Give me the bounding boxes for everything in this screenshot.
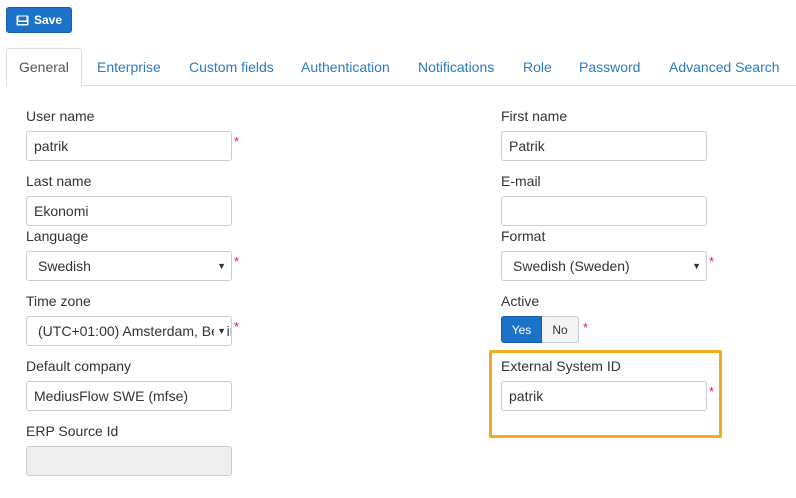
tab-authentication[interactable]: Authentication <box>301 48 390 86</box>
format-label: Format <box>501 228 546 244</box>
tab-advanced-search[interactable]: Advanced Search <box>669 48 780 86</box>
time-zone-select-value: (UTC+01:00) Amsterdam, Berlin, Bern, Rom… <box>38 323 231 339</box>
active-toggle: Yes No <box>501 316 579 343</box>
tab-notifications[interactable]: Notifications <box>418 48 494 86</box>
time-zone-label: Time zone <box>26 293 91 309</box>
caret-down-icon: ▼ <box>692 261 701 271</box>
external-system-id-required-marker: * <box>709 384 715 399</box>
language-label: Language <box>26 228 89 244</box>
time-zone-required-marker: * <box>234 319 240 334</box>
last-name-label: Last name <box>26 173 92 189</box>
tab-password[interactable]: Password <box>579 48 640 86</box>
active-label: Active <box>501 293 540 309</box>
save-button-label: Save <box>33 13 63 27</box>
format-required-marker: * <box>709 254 715 269</box>
active-required-marker: * <box>583 320 589 335</box>
default-company-input[interactable]: MediusFlow SWE (mfse) <box>26 381 232 411</box>
active-no-button[interactable]: No <box>542 316 579 343</box>
save-icon <box>16 15 29 26</box>
tab-custom-fields[interactable]: Custom fields <box>189 48 274 86</box>
language-required-marker: * <box>234 254 240 269</box>
time-zone-select[interactable]: (UTC+01:00) Amsterdam, Berlin, Bern, Rom… <box>26 316 232 346</box>
tab-role[interactable]: Role <box>523 48 552 86</box>
tab-general[interactable]: General <box>6 48 82 87</box>
active-yes-button[interactable]: Yes <box>501 316 542 343</box>
user-name-required-marker: * <box>234 134 240 149</box>
user-name-input[interactable]: patrik <box>26 131 232 161</box>
tab-bar: General Enterprise Custom fields Authent… <box>6 48 796 87</box>
save-button[interactable]: Save <box>6 7 72 33</box>
caret-down-icon: ▼ <box>214 317 226 345</box>
language-select[interactable]: Swedish ▼ <box>26 251 232 281</box>
erp-source-id-label: ERP Source Id <box>26 423 119 439</box>
last-name-input[interactable]: Ekonomi <box>26 196 232 226</box>
caret-down-icon: ▼ <box>217 261 226 271</box>
email-label: E-mail <box>501 173 541 189</box>
format-select[interactable]: Swedish (Sweden) ▼ <box>501 251 707 281</box>
first-name-input[interactable]: Patrik <box>501 131 707 161</box>
default-company-label: Default company <box>26 358 132 374</box>
first-name-label: First name <box>501 108 568 124</box>
email-input[interactable] <box>501 196 707 226</box>
erp-source-id-input <box>26 446 232 476</box>
tab-enterprise[interactable]: Enterprise <box>97 48 161 86</box>
external-system-id-input[interactable]: patrik <box>501 381 707 411</box>
user-name-label: User name <box>26 108 95 124</box>
language-select-value: Swedish <box>38 258 91 274</box>
external-system-id-label: External System ID <box>501 358 621 374</box>
format-select-value: Swedish (Sweden) <box>513 258 630 274</box>
